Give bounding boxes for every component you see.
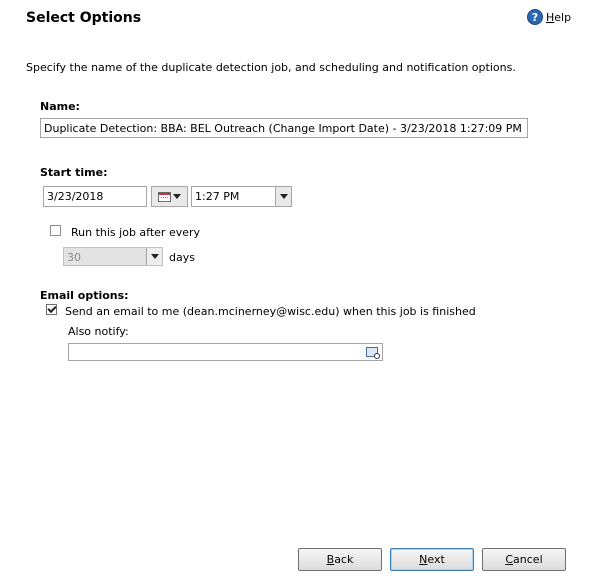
interval-select[interactable]: 30 [63,247,163,266]
interval-dropdown-button[interactable] [146,248,162,265]
send-email-checkbox[interactable] [46,303,57,315]
job-name-input[interactable]: Duplicate Detection: BBA: BEL Outreach (… [40,118,528,138]
send-email-label: Send an email to me (dean.mcinerney@wisc… [65,305,476,318]
run-recurring-label: Run this job after every [71,226,201,239]
name-label: Name: [40,100,80,113]
next-button[interactable]: Next [390,548,474,571]
calendar-icon [158,191,171,202]
also-notify-input[interactable] [68,343,383,361]
lookup-button[interactable] [363,344,380,359]
start-date-input[interactable]: 3/23/2018 [43,186,147,207]
cancel-button-label: Cancel [505,553,543,566]
dialog-title: Select Options [26,10,142,26]
chevron-down-icon [150,254,159,259]
help-link[interactable]: ? Help [527,9,571,25]
chevron-down-icon [173,194,181,199]
cancel-button[interactable]: Cancel [482,548,566,571]
interval-value: 30 [67,251,81,264]
next-button-label: Next [419,553,445,566]
email-options-label: Email options: [40,289,129,302]
help-label: Help [546,10,572,24]
start-time-value: 1:27 PM [195,190,240,203]
chevron-down-icon [279,194,288,199]
checkmark-icon [46,303,57,314]
date-picker-button[interactable] [151,186,188,207]
lookup-icon [365,346,380,359]
start-time-select[interactable]: 1:27 PM [191,186,292,207]
dialog-description: Specify the name of the duplicate detect… [26,61,516,74]
also-notify-label: Also notify: [68,325,129,338]
help-question-icon: ? [527,9,543,25]
run-recurring-checkbox[interactable] [50,225,61,236]
time-dropdown-button[interactable] [275,187,291,206]
back-button-label: Back [326,553,354,566]
interval-unit-label: days [169,251,195,264]
start-time-label: Start time: [40,166,108,179]
back-button[interactable]: Back [298,548,382,571]
